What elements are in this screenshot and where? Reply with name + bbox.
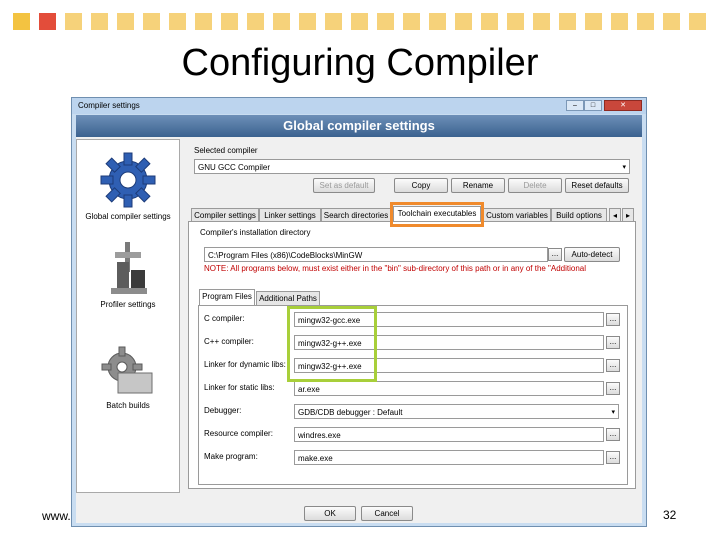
tab-linker-settings[interactable]: Linker settings [259,208,321,222]
maximize-button[interactable]: □ [584,100,602,111]
static-linker-input[interactable]: ar.exe [294,381,604,396]
install-dir-label: Compiler's installation directory [200,228,311,237]
static-linker-label: Linker for static libs: [204,383,275,392]
page-number: 32 [663,508,677,522]
sidebar-item-label: Global compiler settings [85,212,171,221]
delete-button[interactable]: Delete [508,178,562,193]
decoration-square [325,13,342,30]
sidebar-item-label: Profiler settings [100,300,156,309]
decoration-square [481,13,498,30]
make-program-browse-button[interactable]: ... [606,451,620,464]
cancel-button[interactable]: Cancel [361,506,413,521]
compiler-select-value: GNU GCC Compiler [198,163,271,172]
program-names-highlight [287,306,377,382]
decoration-square [585,13,602,30]
decoration-square [13,13,30,30]
auto-detect-button[interactable]: Auto-detect [564,247,620,262]
sidebar: Global compiler settings Profiler settin… [76,139,180,493]
decoration-square [533,13,550,30]
batch-gear-icon [101,346,153,394]
resource-compiler-input[interactable]: windres.exe [294,427,604,442]
cpp-compiler-label: C++ compiler: [204,337,254,346]
tab-compiler-settings[interactable]: Compiler settings [191,208,259,222]
tab-scroll-right-arrow[interactable]: ▸ [622,208,634,222]
decoration-square [611,13,628,30]
ok-button[interactable]: OK [304,506,356,521]
decoration-square [377,13,394,30]
c-compiler-label: C compiler: [204,314,245,323]
window-title: Compiler settings [78,101,140,110]
decoration-square [65,13,82,30]
sidebar-item-global-compiler[interactable]: Global compiler settings [77,150,179,221]
profiler-icon [111,242,147,294]
dynamic-linker-label: Linker for dynamic libs: [204,360,286,369]
decoration-square [117,13,134,30]
selected-compiler-label: Selected compiler [194,146,258,155]
toolchain-tab-highlight [390,202,484,227]
decoration-square [299,13,316,30]
gear-icon [100,152,156,208]
dynamic-linker-browse-button[interactable]: ... [606,359,620,372]
sidebar-item-label: Batch builds [106,401,150,410]
compiler-select[interactable]: GNU GCC Compiler ▾ [194,159,630,174]
resource-compiler-browse-button[interactable]: ... [606,428,620,441]
install-dir-input[interactable]: C:\Program Files (x86)\CodeBlocks\MinGW [204,247,548,262]
install-dir-note: NOTE: All programs below, must exist eit… [204,264,587,273]
make-program-label: Make program: [204,452,258,461]
tab-build-options[interactable]: Build options [551,208,607,222]
decoration-square [403,13,420,30]
rename-button[interactable]: Rename [451,178,505,193]
close-button[interactable]: ✕ [604,100,642,111]
tab-custom-variables[interactable]: Custom variables [483,208,551,222]
title-bar[interactable]: Compiler settings – □ ✕ [72,98,646,114]
decoration-square [559,13,576,30]
decoration-square [195,13,212,30]
decoration-square [143,13,160,30]
sidebar-item-batch-builds[interactable]: Batch builds [77,345,179,410]
tab-additional-paths[interactable]: Additional Paths [256,291,320,305]
resource-compiler-label: Resource compiler: [204,429,273,438]
install-dir-browse-button[interactable]: ... [548,248,562,261]
decoration-square [507,13,524,30]
decoration-square [429,13,446,30]
slide-title: Configuring Compiler [181,42,539,84]
reset-defaults-button[interactable]: Reset defaults [565,178,629,193]
debugger-select-value: GDB/CDB debugger : Default [298,408,403,417]
decoration-square [247,13,264,30]
decoration-square [273,13,290,30]
decoration-square [689,13,706,30]
static-linker-browse-button[interactable]: ... [606,382,620,395]
footer-url: www. [42,509,71,523]
debugger-label: Debugger: [204,406,242,415]
copy-button[interactable]: Copy [394,178,448,193]
decoration-square [39,13,56,30]
cpp-compiler-browse-button[interactable]: ... [606,336,620,349]
banner-title: Global compiler settings [76,115,642,137]
chevron-down-icon: ▾ [611,409,615,416]
tab-program-files[interactable]: Program Files [199,289,255,305]
decoration-square [663,13,680,30]
make-program-input[interactable]: make.exe [294,450,604,465]
tab-scroll-left-arrow[interactable]: ◂ [609,208,621,222]
decoration-square [351,13,368,30]
sidebar-item-profiler[interactable]: Profiler settings [77,240,179,309]
minimize-button[interactable]: – [566,100,584,111]
decoration-square [169,13,186,30]
debugger-select[interactable]: GDB/CDB debugger : Default ▾ [294,404,619,419]
decoration-square [455,13,472,30]
decoration-square [637,13,654,30]
set-default-button[interactable]: Set as default [313,178,375,193]
decoration-square [91,13,108,30]
decoration-square [221,13,238,30]
chevron-down-icon: ▾ [622,164,626,171]
c-compiler-browse-button[interactable]: ... [606,313,620,326]
tab-search-directories[interactable]: Search directories [321,208,391,222]
